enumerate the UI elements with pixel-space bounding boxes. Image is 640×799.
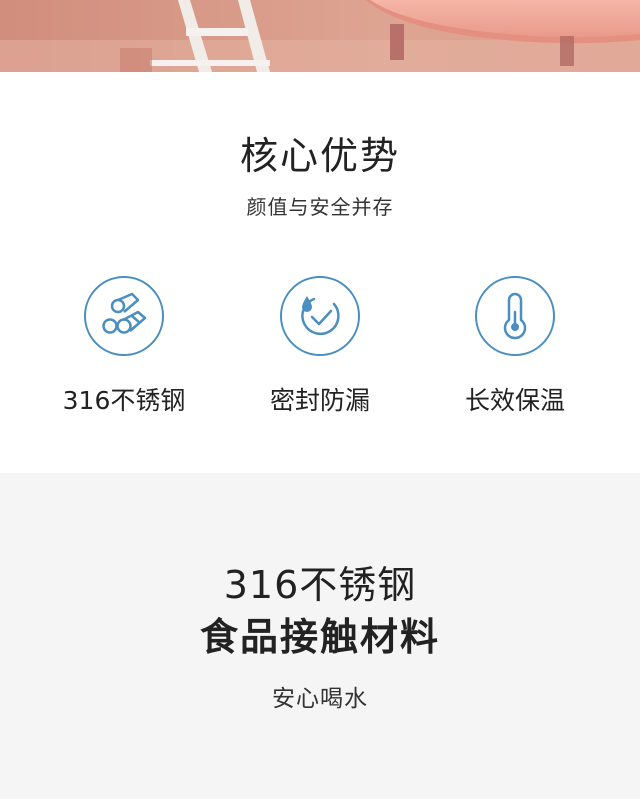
thermometer-icon (503, 292, 527, 340)
feature-icon-circle (280, 276, 360, 356)
feature-item-leak-proof: 密封防漏 (220, 276, 420, 426)
feature-label: 316不锈钢 (62, 386, 186, 415)
product-photo-strip (0, 0, 640, 72)
feature-item-heat-retention: 长效保温 (415, 276, 615, 426)
section-subtitle: 颜值与安全并存 (246, 195, 394, 219)
feature-icon-circle (475, 276, 555, 356)
product-photo-image (0, 0, 640, 72)
feature-label: 长效保温 (464, 386, 565, 415)
feature-label: 密封防漏 (269, 386, 370, 415)
material-section: 316不锈钢 食品接触材料 安心喝水 (0, 473, 640, 799)
feature-item-stainless-steel: 316不锈钢 (24, 276, 224, 426)
core-advantages-section: 核心优势 颜值与安全并存 316不锈钢 密封防漏 长效保温 (0, 72, 640, 473)
section-title: 核心优势 (239, 134, 400, 178)
pipes-icon (102, 292, 147, 334)
material-heading-line2: 食品接触材料 (199, 615, 440, 659)
feature-icon-circle (84, 276, 164, 356)
material-subtitle: 安心喝水 (272, 686, 368, 712)
water-drop-check-icon (301, 296, 340, 336)
material-heading-line1: 316不锈钢 (223, 563, 417, 607)
product-detail-page: 核心优势 颜值与安全并存 316不锈钢 密封防漏 长效保温 316不锈钢 食品接… (0, 0, 640, 799)
